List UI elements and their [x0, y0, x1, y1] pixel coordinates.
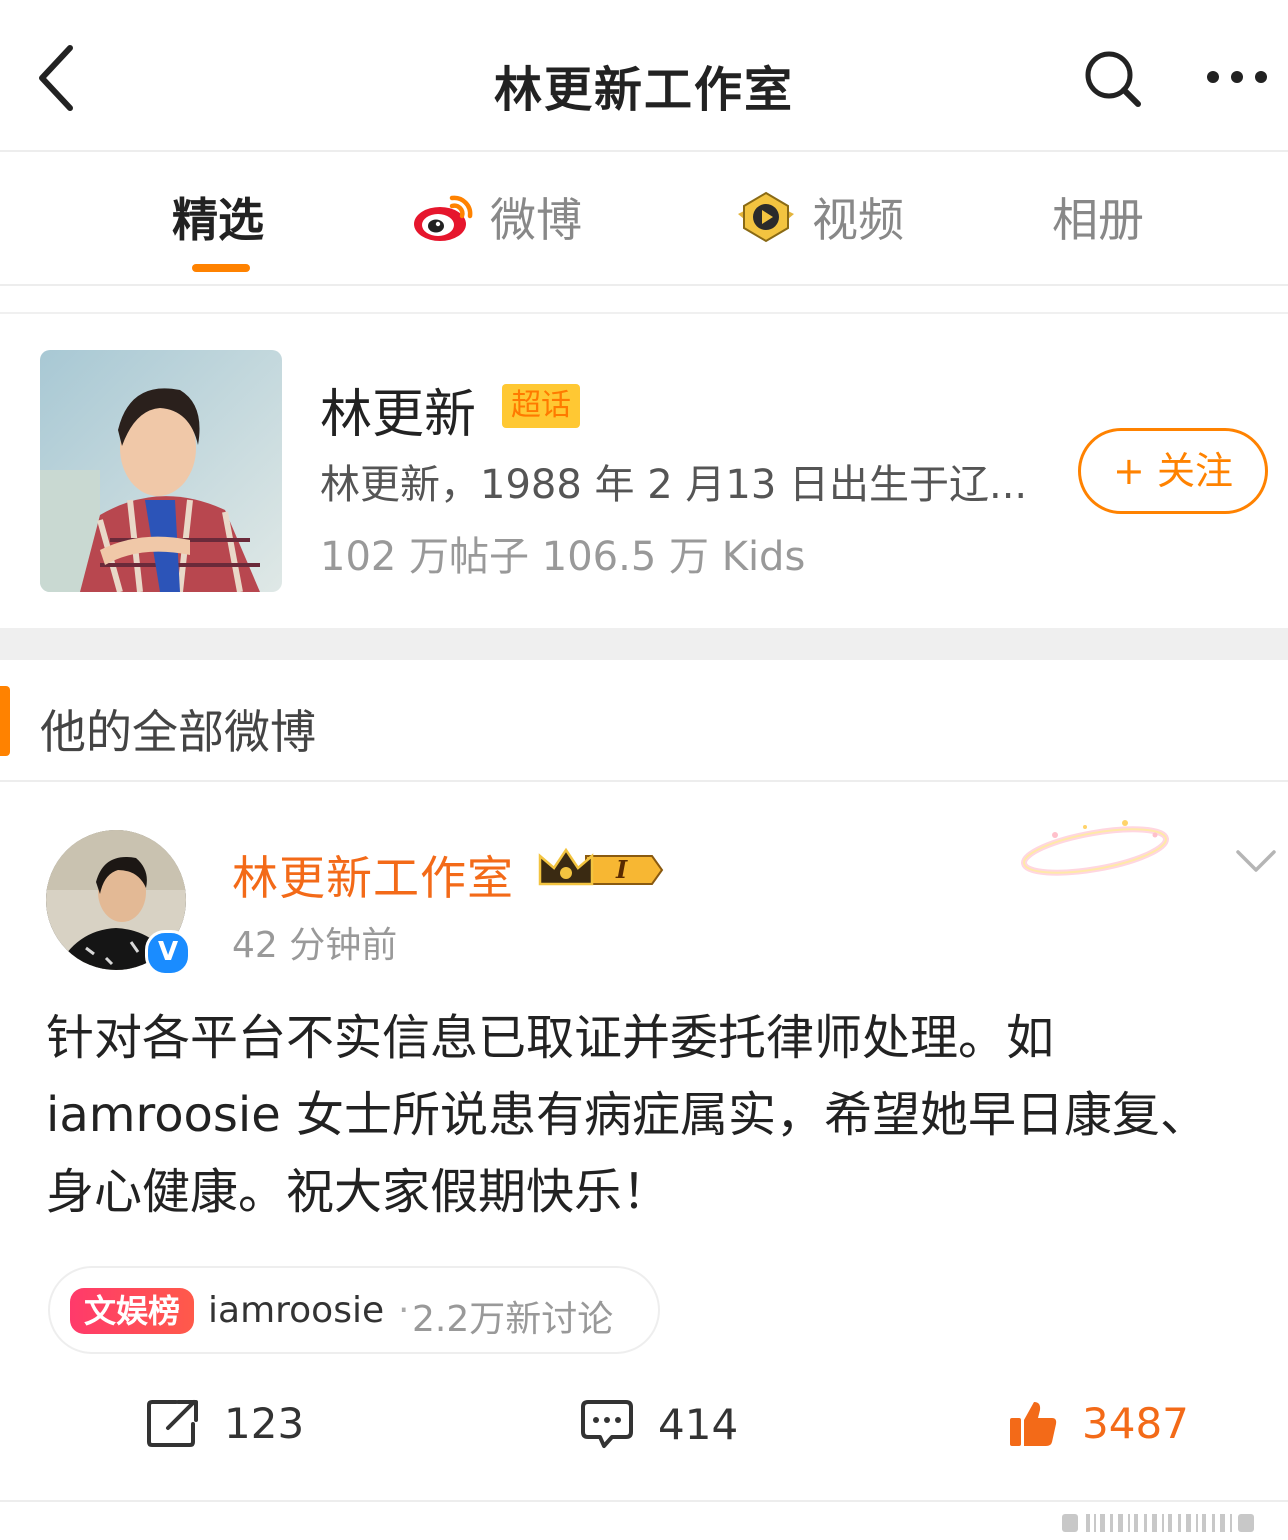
post-time: 42 分钟前: [232, 925, 398, 966]
active-tab-indicator: [192, 264, 250, 272]
topic-description: 林更新，1988 年 2 月13 日出生于辽...: [320, 462, 1028, 508]
tab-weibo[interactable]: 微博: [412, 184, 582, 250]
hot-list-badge: 文娱榜: [70, 1288, 194, 1334]
tab-video[interactable]: 视频: [734, 184, 904, 250]
repost-count: 123: [224, 1398, 305, 1448]
like-button[interactable]: 3487: [1008, 1398, 1189, 1448]
member-crown-icon: I: [536, 846, 664, 894]
like-count: 3487: [1082, 1398, 1189, 1448]
repost-button[interactable]: 123: [146, 1398, 304, 1448]
topic-name[interactable]: 林更新: [320, 372, 476, 447]
more-options-icon[interactable]: [1205, 60, 1269, 94]
verified-badge-icon: V: [145, 930, 191, 976]
tab-featured[interactable]: 精选: [172, 184, 264, 250]
topic-stats: 102 万帖子 106.5 万 Kids: [320, 534, 806, 580]
tab-album-label: 相册: [1052, 193, 1144, 247]
search-icon[interactable]: [1082, 48, 1142, 108]
halo-decoration-icon: [1015, 805, 1175, 885]
repost-icon: [147, 1400, 198, 1447]
video-play-icon: [738, 191, 794, 243]
hot-topic-name[interactable]: iamroosie: [208, 1290, 384, 1331]
tab-album[interactable]: 相册: [1052, 184, 1144, 250]
section-divider: [0, 628, 1288, 660]
section-title: 他的全部微博: [40, 705, 316, 759]
thumbs-up-icon: [1010, 1402, 1057, 1446]
follow-button[interactable]: + 关注: [1078, 428, 1268, 514]
comment-count: 414: [658, 1399, 739, 1449]
tab-weibo-label: 微博: [490, 193, 582, 247]
comment-button[interactable]: 414: [580, 1398, 738, 1450]
hot-topic-discussion-count: 2.2万新讨论: [412, 1299, 614, 1340]
post-content: 针对各平台不实信息已取证并委托律师处理。如 iamroosie 女士所说患有病症…: [46, 1010, 1209, 1220]
tab-featured-label: 精选: [172, 193, 264, 247]
hot-topic-separator: ·: [398, 1290, 410, 1331]
crown-level: I: [615, 855, 628, 884]
post-bottom-divider: [0, 1500, 1288, 1502]
section-accent-bar: [0, 686, 10, 756]
weibo-logo-icon: [414, 195, 473, 241]
topic-cover-photo[interactable]: [40, 350, 282, 592]
author-name[interactable]: 林更新工作室: [232, 842, 514, 908]
watermark-barcode-icon: [1062, 1510, 1272, 1536]
tab-video-label: 视频: [812, 193, 904, 247]
supertopic-badge: 超话: [502, 384, 580, 428]
comment-icon: [581, 1400, 633, 1448]
profile-tab-bar: 精选 微博 视频 相册: [0, 152, 1288, 286]
chevron-down-icon[interactable]: [1234, 846, 1278, 876]
